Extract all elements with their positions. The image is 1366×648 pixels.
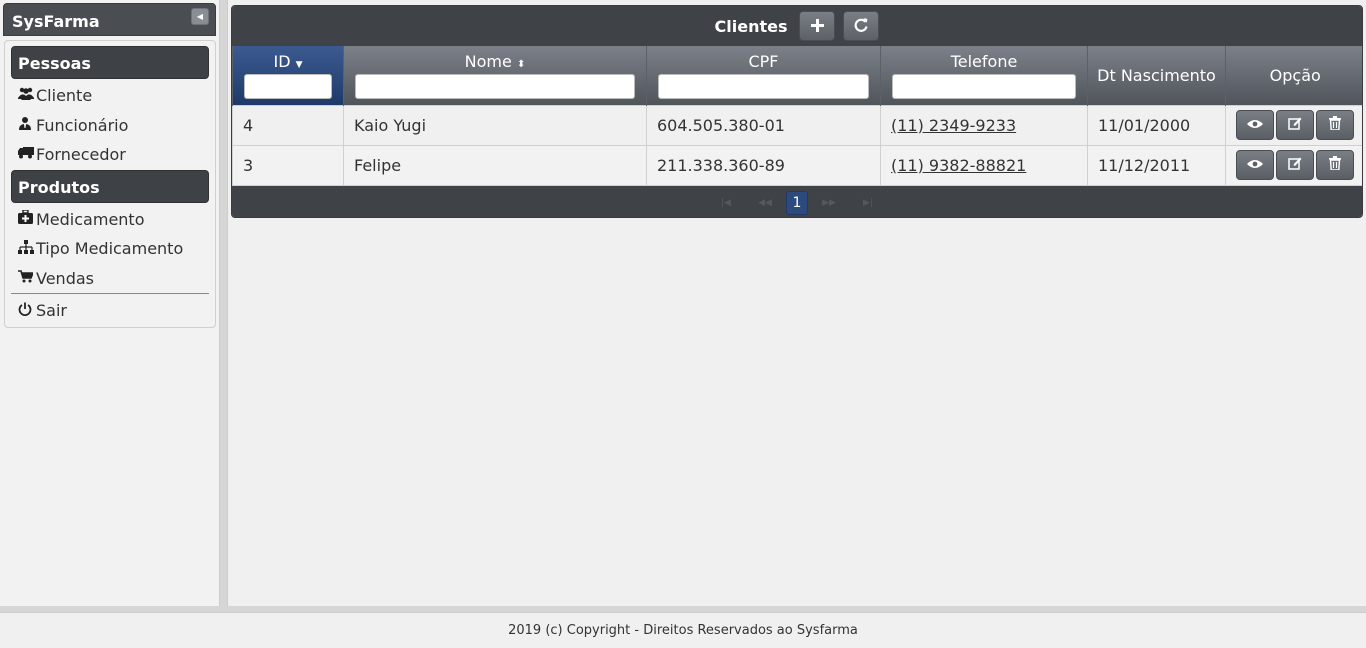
cell-cpf: 604.505.380-01 xyxy=(646,104,881,146)
cell-nome: Felipe xyxy=(343,144,647,186)
users-icon xyxy=(18,87,36,104)
user-tie-icon xyxy=(18,116,36,134)
filter-nome-input[interactable] xyxy=(355,74,635,99)
menu-item-label: Tipo Medicamento xyxy=(36,239,184,259)
view-button[interactable] xyxy=(1236,110,1274,140)
phone-link[interactable]: (11) 9382-88821 xyxy=(891,156,1026,175)
eye-icon xyxy=(1247,158,1263,173)
column-header-telefone: Telefone xyxy=(880,46,1088,105)
clientes-table: ID ▼ Nome ⬍ CPF Telefone Dt Nascimento O… xyxy=(232,46,1362,186)
next-page-button[interactable]: ▶▶ xyxy=(811,191,847,215)
cell-id: 3 xyxy=(232,144,344,186)
column-header-opcao: Opção xyxy=(1225,46,1362,105)
collapse-sidebar-button[interactable]: ◀ xyxy=(191,8,209,25)
cell-nome: Kaio Yugi xyxy=(343,104,647,146)
column-header-id[interactable]: ID ▼ xyxy=(232,46,344,105)
edit-icon xyxy=(1288,116,1302,134)
cell-dt-nascimento: 11/12/2011 xyxy=(1087,144,1226,186)
first-page-icon: |◀ xyxy=(721,197,731,208)
menu-item-tipo-medicamento[interactable]: Tipo Medicamento xyxy=(5,232,215,262)
column-label-opcao: Opção xyxy=(1269,65,1321,85)
edit-button[interactable] xyxy=(1276,110,1314,140)
first-page-button[interactable]: |◀ xyxy=(708,191,744,215)
column-header-cpf: CPF xyxy=(646,46,881,105)
phone-link[interactable]: (11) 2349-9233 xyxy=(891,116,1016,135)
cell-telefone: (11) 2349-9233 xyxy=(880,104,1088,146)
refresh-icon xyxy=(854,17,869,36)
trash-icon xyxy=(1329,156,1341,174)
cell-telefone: (11) 9382-88821 xyxy=(880,144,1088,186)
filter-telefone-input[interactable] xyxy=(892,74,1076,99)
cell-opcao xyxy=(1225,144,1362,186)
cell-cpf: 211.338.360-89 xyxy=(646,144,881,186)
panel-title: Clientes xyxy=(714,16,788,36)
sitemap-icon xyxy=(18,239,36,258)
cell-opcao xyxy=(1225,104,1362,146)
table-row[interactable]: 3 Felipe 211.338.360-89 (11) 9382-88821 … xyxy=(232,144,1362,186)
copyright-text: 2019 (c) Copyright - Direitos Reservados… xyxy=(508,623,858,638)
paginator: |◀ ◀◀ 1 ▶▶ ▶| xyxy=(232,185,1362,217)
menu-item-vendas[interactable]: Vendas xyxy=(5,262,215,292)
footer: 2019 (c) Copyright - Direitos Reservados… xyxy=(0,612,1366,648)
edit-icon xyxy=(1288,156,1302,174)
menu-item-funcionario[interactable]: Funcionário xyxy=(5,109,215,139)
panel-header: Clientes xyxy=(232,6,1362,46)
sort-desc-icon: ▼ xyxy=(295,60,303,70)
menu-item-label: Sair xyxy=(36,301,67,321)
delete-button[interactable] xyxy=(1316,110,1354,140)
menu-category-pessoas[interactable]: Pessoas xyxy=(11,46,209,79)
plus-icon xyxy=(810,17,824,36)
last-page-button[interactable]: ▶| xyxy=(850,191,886,215)
menu-category-produtos[interactable]: Produtos xyxy=(11,169,209,203)
menu-item-cliente[interactable]: Cliente xyxy=(5,79,215,109)
sort-icon: ⬍ xyxy=(516,59,526,70)
cell-dt-nascimento: 11/01/2000 xyxy=(1087,104,1226,146)
cart-icon xyxy=(18,269,36,287)
sidebar-header: SysFarma ◀ xyxy=(3,3,216,36)
medkit-icon xyxy=(18,209,36,228)
view-button[interactable] xyxy=(1236,150,1274,180)
menu-item-fornecedor[interactable]: Fornecedor xyxy=(5,138,215,168)
sidebar-menu: Pessoas Cliente Funcionário Fornecedor P… xyxy=(4,40,216,328)
cell-id: 4 xyxy=(232,104,344,146)
menu-item-label: Funcionário xyxy=(36,115,129,135)
trash-icon xyxy=(1329,116,1341,134)
column-label-cpf: CPF xyxy=(748,52,779,71)
main-content: Clientes ID ▼ Nome ⬍ CPF Telefone Dt Nas… xyxy=(227,0,1366,606)
eye-icon xyxy=(1247,118,1263,133)
delete-button[interactable] xyxy=(1316,150,1354,180)
edit-button[interactable] xyxy=(1276,150,1314,180)
menu-item-label: Medicamento xyxy=(36,209,145,229)
sidebar: SysFarma ◀ Pessoas Cliente Funcionário F… xyxy=(0,0,220,606)
last-page-icon: ▶| xyxy=(863,197,873,208)
column-header-dt-nascimento: Dt Nascimento xyxy=(1087,46,1226,105)
table-row[interactable]: 4 Kaio Yugi 604.505.380-01 (11) 2349-923… xyxy=(232,104,1362,146)
menu-item-medicamento[interactable]: Medicamento xyxy=(5,203,215,233)
filter-id-input[interactable] xyxy=(244,74,332,99)
column-label-id: ID xyxy=(273,52,291,71)
page-number-button[interactable]: 1 xyxy=(786,190,808,215)
column-label-dt-nascimento: Dt Nascimento xyxy=(1097,65,1216,85)
filter-cpf-input[interactable] xyxy=(658,74,869,99)
menu-item-sair[interactable]: Sair xyxy=(5,294,215,324)
prev-page-button[interactable]: ◀◀ xyxy=(747,191,783,215)
add-cliente-button[interactable] xyxy=(799,11,836,41)
truck-icon xyxy=(18,146,36,163)
menu-item-label: Vendas xyxy=(36,268,94,288)
prev-page-icon: ◀◀ xyxy=(758,197,772,208)
column-label-nome: Nome xyxy=(464,52,512,71)
menu-item-label: Cliente xyxy=(36,86,93,106)
column-header-nome[interactable]: Nome ⬍ xyxy=(343,46,647,105)
column-label-telefone: Telefone xyxy=(950,52,1018,71)
clientes-panel: Clientes ID ▼ Nome ⬍ CPF Telefone Dt Nas… xyxy=(231,5,1363,218)
refresh-button[interactable] xyxy=(843,11,880,41)
next-page-icon: ▶▶ xyxy=(822,197,836,208)
app-title: SysFarma xyxy=(12,12,100,31)
menu-item-label: Fornecedor xyxy=(36,145,126,165)
power-icon xyxy=(18,302,36,320)
